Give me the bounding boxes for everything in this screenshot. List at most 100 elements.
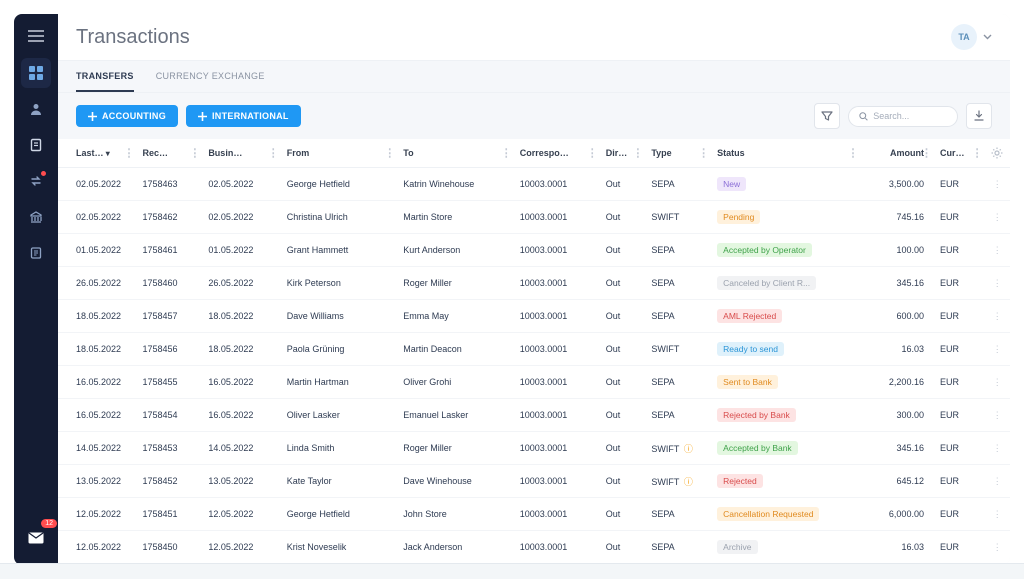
column-menu-icon[interactable]: ⋮ <box>268 147 279 160</box>
cell-correspondent: 10003.0001 <box>514 465 600 498</box>
filter-button[interactable] <box>814 103 840 129</box>
column-header[interactable]: Type⋮ <box>645 139 711 168</box>
table-row[interactable]: 12.05.2022175845012.05.2022Krist Novesel… <box>58 531 1010 564</box>
column-header[interactable]: Cur…⋮ <box>934 139 985 168</box>
status-badge: Canceled by Client R... <box>717 276 816 290</box>
column-header[interactable]: Last… ▾⋮ <box>58 139 136 168</box>
table-row[interactable]: 16.05.2022175845416.05.2022Oliver Lasker… <box>58 399 1010 432</box>
cell-direction: Out <box>600 300 646 333</box>
column-menu-icon[interactable]: ⋮ <box>189 147 200 160</box>
column-header[interactable]: Busin…⋮ <box>202 139 280 168</box>
cell-status: Archive <box>711 531 860 564</box>
nav-item-dashboard[interactable] <box>21 58 51 88</box>
tab-currency-exchange[interactable]: CURRENCY EXCHANGE <box>156 61 265 92</box>
cell-status: Rejected <box>711 465 860 498</box>
column-header[interactable]: Status⋮ <box>711 139 860 168</box>
table-row[interactable]: 01.05.2022175846101.05.2022Grant Hammett… <box>58 234 1010 267</box>
cell-type: SEPA <box>645 267 711 300</box>
table-row[interactable]: 13.05.2022175845213.05.2022Kate TaylorDa… <box>58 465 1010 498</box>
column-menu-icon[interactable]: ⋮ <box>921 147 932 160</box>
row-menu-button[interactable]: ⋮ <box>985 333 1010 366</box>
menu-toggle-button[interactable] <box>28 24 44 52</box>
chevron-down-icon <box>983 34 992 40</box>
table-row[interactable]: 02.05.2022175846302.05.2022George Hetfie… <box>58 168 1010 201</box>
row-menu-button[interactable]: ⋮ <box>985 300 1010 333</box>
column-menu-icon[interactable]: ⋮ <box>972 147 983 160</box>
table-row[interactable]: 16.05.2022175845516.05.2022Martin Hartma… <box>58 366 1010 399</box>
table-row[interactable]: 02.05.2022175846202.05.2022Christina Ulr… <box>58 201 1010 234</box>
nav-item-reports[interactable] <box>21 238 51 268</box>
page-title: Transactions <box>76 26 190 49</box>
cell-currency: EUR <box>934 399 985 432</box>
cell-business-date: 02.05.2022 <box>202 168 280 201</box>
column-header[interactable]: From⋮ <box>281 139 397 168</box>
cell-amount: 745.16 <box>861 201 934 234</box>
cell-direction: Out <box>600 465 646 498</box>
cell-direction: Out <box>600 201 646 234</box>
add-international-button[interactable]: INTERNATIONAL <box>186 105 301 127</box>
cell-type: SEPA <box>645 498 711 531</box>
cell-to: Katrin Winehouse <box>397 168 513 201</box>
column-menu-icon[interactable]: ⋮ <box>123 147 134 160</box>
cell-currency: EUR <box>934 333 985 366</box>
cell-amount: 3,500.00 <box>861 168 934 201</box>
download-button[interactable] <box>966 103 992 129</box>
column-header[interactable]: Rec…⋮ <box>136 139 202 168</box>
nav-item-exchange[interactable] <box>21 166 51 196</box>
sort-indicator-icon: ▾ <box>104 149 110 158</box>
search-field[interactable] <box>848 106 958 127</box>
cell-direction: Out <box>600 399 646 432</box>
nav-item-mail[interactable]: 12 <box>21 523 51 553</box>
search-input[interactable] <box>873 111 947 121</box>
table-row[interactable]: 26.05.2022175846026.05.2022Kirk Peterson… <box>58 267 1010 300</box>
add-accounting-button[interactable]: ACCOUNTING <box>76 105 178 127</box>
row-menu-button[interactable]: ⋮ <box>985 234 1010 267</box>
table-row[interactable]: 18.05.2022175845718.05.2022Dave Williams… <box>58 300 1010 333</box>
cell-type: SWIFT ⓘ <box>645 432 711 465</box>
column-header[interactable]: Amount⋮ <box>861 139 934 168</box>
cell-type: SWIFT <box>645 201 711 234</box>
nav-item-bank[interactable] <box>21 202 51 232</box>
cell-currency: EUR <box>934 168 985 201</box>
table-row[interactable]: 14.05.2022175845314.05.2022Linda SmithRo… <box>58 432 1010 465</box>
column-menu-icon[interactable]: ⋮ <box>698 147 709 160</box>
row-menu-button[interactable]: ⋮ <box>985 432 1010 465</box>
column-menu-icon[interactable]: ⋮ <box>587 147 598 160</box>
table-row[interactable]: 18.05.2022175845618.05.2022Paola Grüning… <box>58 333 1010 366</box>
cell-last-updated: 16.05.2022 <box>58 366 136 399</box>
column-header[interactable]: Dir…⋮ <box>600 139 646 168</box>
row-menu-button[interactable]: ⋮ <box>985 267 1010 300</box>
table-row[interactable]: 12.05.2022175845112.05.2022George Hetfie… <box>58 498 1010 531</box>
user-menu[interactable]: TA <box>951 24 992 50</box>
column-menu-icon[interactable]: ⋮ <box>501 147 512 160</box>
column-menu-icon[interactable]: ⋮ <box>848 147 859 160</box>
cell-status: Ready to send <box>711 333 860 366</box>
table-settings-button[interactable] <box>985 139 1010 168</box>
cell-to: Emma May <box>397 300 513 333</box>
row-menu-button[interactable]: ⋮ <box>985 201 1010 234</box>
column-header[interactable]: To⋮ <box>397 139 513 168</box>
row-menu-button[interactable]: ⋮ <box>985 465 1010 498</box>
column-menu-icon[interactable]: ⋮ <box>384 147 395 160</box>
cell-correspondent: 10003.0001 <box>514 333 600 366</box>
cell-amount: 345.16 <box>861 267 934 300</box>
cell-record-id: 1758452 <box>136 465 202 498</box>
cell-correspondent: 10003.0001 <box>514 267 600 300</box>
cell-last-updated: 13.05.2022 <box>58 465 136 498</box>
row-menu-button[interactable]: ⋮ <box>985 531 1010 564</box>
nav-item-users[interactable] <box>21 94 51 124</box>
cell-direction: Out <box>600 366 646 399</box>
row-menu-button[interactable]: ⋮ <box>985 498 1010 531</box>
column-menu-icon[interactable]: ⋮ <box>632 147 643 160</box>
column-header[interactable]: Correspo…⋮ <box>514 139 600 168</box>
cell-record-id: 1758455 <box>136 366 202 399</box>
row-menu-button[interactable]: ⋮ <box>985 168 1010 201</box>
cell-direction: Out <box>600 234 646 267</box>
tab-transfers[interactable]: TRANSFERS <box>76 61 134 92</box>
cell-record-id: 1758456 <box>136 333 202 366</box>
nav-item-transactions[interactable] <box>21 130 51 160</box>
cell-status: Canceled by Client R... <box>711 267 860 300</box>
row-menu-button[interactable]: ⋮ <box>985 366 1010 399</box>
row-menu-button[interactable]: ⋮ <box>985 399 1010 432</box>
avatar: TA <box>951 24 977 50</box>
